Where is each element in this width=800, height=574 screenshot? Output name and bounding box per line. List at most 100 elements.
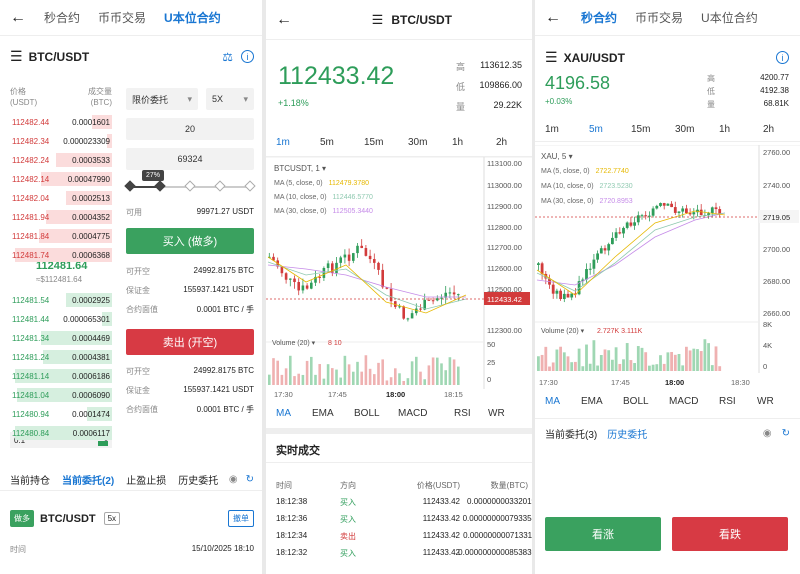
tab-second-contract[interactable]: 秒合约 [581, 9, 617, 26]
indicator-tab[interactable]: WR [757, 396, 774, 407]
bid-row[interactable]: 112481.14 0.0006186 [10, 368, 112, 384]
cancel-order-button[interactable]: 撤单 [228, 510, 254, 527]
timeframe-tab[interactable]: 30m [675, 124, 694, 135]
timeframe-tab[interactable]: 1h [719, 124, 730, 135]
price-chart[interactable]: 113100.00 113000.00 112900.00 112800.00 1127… [266, 157, 532, 397]
indicator-tab[interactable]: RSI [454, 408, 471, 419]
ask-row[interactable]: 112482.04 0.0002513 [10, 190, 112, 206]
volume-bar [710, 365, 714, 371]
price-chart[interactable]: 2760.002740.002720.002700.002680.002660.… [535, 145, 800, 390]
ask-row[interactable]: 112482.14 0.00047990 [10, 171, 112, 187]
sell-short-button[interactable]: 卖出 (开空) [126, 329, 254, 355]
candle-body [599, 248, 603, 254]
tab-current-orders[interactable]: 当前委托(3) [545, 426, 597, 441]
buy-long-button[interactable]: 买入 (做多) [126, 228, 254, 254]
volume-bar [440, 363, 443, 385]
volume-tick-label: 0 [487, 375, 491, 384]
indicator-tab[interactable]: BOLL [623, 396, 649, 407]
bid-row[interactable]: 112481.34 0.0004469 [10, 330, 112, 346]
volume-bar [570, 362, 574, 371]
refresh-icon[interactable]: ↻ [782, 428, 790, 439]
timeframe-tab[interactable]: 1m [545, 124, 559, 135]
volume-bar [398, 373, 401, 385]
price-change: +0.03% [545, 97, 573, 106]
eye-icon[interactable]: ◉ [229, 474, 238, 485]
info-icon[interactable]: i [776, 51, 789, 64]
indicator-tab[interactable]: MA [545, 396, 560, 407]
slider-step[interactable] [124, 180, 136, 192]
indicator-tab[interactable]: EMA [581, 396, 603, 407]
book-qty: 0.0001474 [72, 409, 110, 419]
ask-row[interactable]: 112481.74 0.0006368 [10, 247, 112, 263]
back-arrow-icon[interactable]: ← [545, 9, 561, 27]
tab-spot[interactable]: 币币交易 [98, 9, 146, 26]
refresh-icon[interactable]: ↻ [246, 474, 254, 485]
ask-row[interactable]: 112481.84 0.0004775 [10, 228, 112, 244]
indicator-tab[interactable]: RSI [719, 396, 736, 407]
timeframe-tab[interactable]: 1h [452, 137, 463, 148]
bid-row[interactable]: 112480.94 0.0001474 [10, 406, 112, 422]
bid-row[interactable]: 112480.84 0.0006117 [10, 425, 112, 441]
slider-step[interactable] [154, 180, 166, 192]
back-arrow-icon[interactable]: ← [276, 11, 292, 29]
timeframe-tab[interactable]: 1m [276, 137, 290, 148]
timeframe-tab[interactable]: 5m [589, 124, 603, 135]
tab-history-orders[interactable]: 历史委托 [607, 426, 647, 441]
info-row: 保证金 155937.1421 USDT [126, 285, 254, 296]
ask-row[interactable]: 112482.24 0.0003533 [10, 152, 112, 168]
timeframe-tab[interactable]: 30m [408, 137, 427, 148]
menu-icon[interactable]: ☰ [545, 49, 558, 66]
bid-row[interactable]: 112481.04 0.0006090 [10, 387, 112, 403]
slider-step[interactable] [244, 180, 256, 192]
info-icon[interactable]: i [241, 50, 254, 63]
tab-order-history[interactable]: 历史委托 [178, 472, 218, 487]
bid-row[interactable]: 112481.44 0.000065301 [10, 311, 112, 327]
indicator-tab[interactable]: BOLL [354, 408, 380, 419]
volume-bar [360, 371, 363, 385]
tab-tp-sl[interactable]: 止盈止损 [126, 472, 166, 487]
ask-row[interactable]: 112482.44 0.0001601 [10, 114, 112, 130]
ask-row[interactable]: 112482.34 0.000023309 [10, 133, 112, 149]
indicator-tab[interactable]: MACD [398, 408, 427, 419]
quantity-input[interactable]: 69324 [126, 148, 254, 170]
leverage-select[interactable]: 5X ▾ [206, 88, 254, 110]
fall-button[interactable]: 看跌 [672, 517, 788, 551]
candle-body [377, 262, 380, 270]
tab-spot[interactable]: 币币交易 [635, 9, 683, 26]
bid-row[interactable]: 112481.24 0.0004381 [10, 349, 112, 365]
candle-body [559, 290, 562, 300]
tab-positions[interactable]: 当前持仓 [10, 472, 50, 487]
indicator-tab[interactable]: MACD [669, 396, 698, 407]
volume-bar [599, 355, 603, 371]
indicator-tab[interactable]: MA [276, 408, 291, 419]
timeframe-tab[interactable]: 5m [320, 137, 334, 148]
tab-second-contract[interactable]: 秒合约 [44, 9, 80, 26]
order-type-select[interactable]: 限价委托 ▾ [126, 88, 198, 110]
chart-settings-icon[interactable]: ⚖ [222, 50, 233, 64]
volume-bar [699, 351, 703, 371]
price-input[interactable]: 20 [126, 118, 254, 140]
tab-usdt-futures[interactable]: U本位合约 [701, 9, 758, 26]
timeframe-tab[interactable]: 15m [631, 124, 650, 135]
slider-step[interactable] [184, 180, 196, 192]
indicator-tab[interactable]: WR [488, 408, 505, 419]
timeframe-tab[interactable]: 2h [496, 137, 507, 148]
slider-step[interactable] [214, 180, 226, 192]
menu-icon[interactable]: ☰ [372, 12, 384, 28]
stat-label: 量 [707, 100, 715, 109]
btc-chart-panel: ← ☰ BTC/USDT 112433.42 +1.18% 1m 5m 15m 30m… [266, 0, 532, 574]
bid-row[interactable]: 112481.54 0.0002925 [10, 292, 112, 308]
back-arrow-icon[interactable]: ← [10, 9, 26, 27]
tab-usdt-futures[interactable]: U本位合约 [164, 9, 221, 26]
eye-icon[interactable]: ◉ [763, 428, 772, 439]
info-label: 可开空 [126, 267, 150, 276]
menu-icon[interactable]: ☰ [10, 48, 23, 65]
tab-open-orders[interactable]: 当前委托(2) [62, 472, 114, 487]
rise-button[interactable]: 看涨 [545, 517, 661, 551]
indicator-tab[interactable]: EMA [312, 408, 334, 419]
timeframe-tab[interactable]: 2h [763, 124, 774, 135]
candle-body [603, 248, 607, 251]
candle-body [644, 215, 648, 217]
ask-row[interactable]: 112481.94 0.0004352 [10, 209, 112, 225]
timeframe-tab[interactable]: 15m [364, 137, 383, 148]
